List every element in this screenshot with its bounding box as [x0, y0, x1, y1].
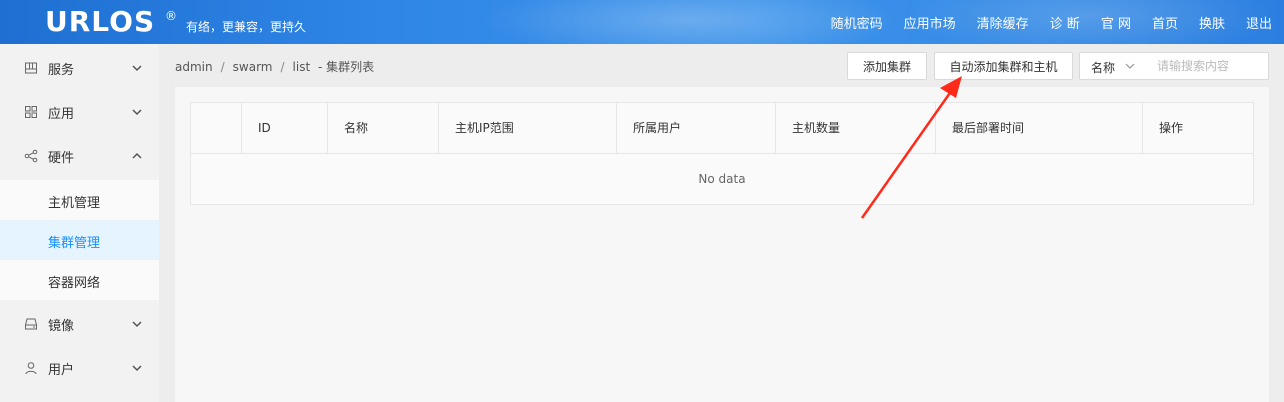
sidebar-subitem-container-network[interactable]: 容器网络	[0, 260, 159, 300]
sidebar-item-hardware[interactable]: 硬件	[0, 134, 159, 178]
sidebar-item-service[interactable]: 服务	[0, 46, 159, 90]
search-input[interactable]	[1146, 52, 1269, 80]
nav-official-site[interactable]: 官 网	[1101, 13, 1131, 32]
share-nodes-icon	[24, 149, 38, 163]
nav-diagnose[interactable]: 诊 断	[1050, 13, 1080, 32]
sidebar-subitem-clusters[interactable]: 集群管理	[0, 220, 159, 260]
chevron-down-icon	[132, 321, 142, 328]
column-header-ip-range: 主机IP范围	[438, 103, 616, 154]
breadcrumb-admin[interactable]: admin	[175, 60, 213, 74]
sidebar-subitem-label: 集群管理	[48, 236, 101, 251]
auto-add-cluster-host-button[interactable]: 自动添加集群和主机	[934, 52, 1073, 80]
slogan: 有络，更兼容，更持久	[186, 20, 307, 34]
breadcrumb-separator: /	[220, 60, 225, 74]
page-title: - 集群列表	[318, 60, 375, 74]
chevron-down-icon	[132, 365, 142, 372]
sidebar-item-label: 用户	[48, 362, 75, 378]
nav-random-password[interactable]: 随机密码	[831, 13, 883, 32]
chevron-down-icon	[132, 109, 142, 116]
sidebar-item-label: 镜像	[48, 318, 75, 334]
sidebar-item-apps[interactable]: 应用	[0, 90, 159, 134]
sidebar: 服务 应用 硬件 主机管理 集群管理 容器网络 镜像 用户	[0, 44, 159, 402]
user-icon	[25, 362, 37, 375]
nav-skin[interactable]: 换肤	[1199, 13, 1225, 32]
chevron-up-icon	[132, 152, 142, 159]
sidebar-item-label: 应用	[48, 106, 75, 122]
sidebar-item-images[interactable]: 镜像	[0, 302, 159, 346]
table-body: No data	[191, 154, 1253, 204]
top-header: URLOS ® 有络，更兼容，更持久 随机密码 应用市场 清除缓存 诊 断 官 …	[0, 0, 1284, 44]
drive-icon	[24, 318, 38, 330]
cluster-table: ID 名称 主机IP范围 所属用户 主机数量 最后部署时间 操作 No data	[190, 102, 1254, 205]
search-field-select[interactable]: 名称	[1079, 52, 1147, 80]
chevron-down-icon	[132, 65, 142, 72]
breadcrumb-list: list	[292, 60, 311, 74]
nav-app-market[interactable]: 应用市场	[904, 13, 956, 32]
column-header-select	[191, 103, 241, 154]
breadcrumb-separator: /	[280, 60, 285, 74]
apps-grid-icon	[25, 106, 37, 118]
sidebar-subitem-hosts[interactable]: 主机管理	[0, 180, 159, 220]
column-header-name: 名称	[327, 103, 438, 154]
sidebar-subitem-label: 容器网络	[48, 276, 101, 291]
registered-mark: ®	[165, 9, 177, 23]
nav-clear-cache[interactable]: 清除缓存	[977, 13, 1029, 32]
search-field-value: 名称	[1091, 61, 1116, 75]
logo[interactable]: URLOS	[45, 5, 155, 38]
breadcrumb-swarm[interactable]: swarm	[233, 60, 273, 74]
breadcrumb: admin / swarm / list - 集群列表	[175, 58, 374, 75]
service-icon	[25, 62, 37, 74]
column-header-id: ID	[241, 103, 327, 154]
top-nav: 随机密码 应用市场 清除缓存 诊 断 官 网 首页 换肤 退出	[810, 0, 1272, 44]
nav-home[interactable]: 首页	[1152, 13, 1178, 32]
add-cluster-button[interactable]: 添加集群	[847, 52, 927, 80]
column-header-actions: 操作	[1142, 103, 1253, 154]
chevron-down-icon	[1125, 63, 1135, 69]
sidebar-item-label: 服务	[48, 62, 75, 78]
sidebar-item-label: 硬件	[48, 150, 75, 166]
table-header: ID 名称 主机IP范围 所属用户 主机数量 最后部署时间 操作	[191, 103, 1253, 154]
empty-state-text: No data	[698, 172, 746, 186]
column-header-last-deploy: 最后部署时间	[935, 103, 1142, 154]
sidebar-subitem-label: 主机管理	[48, 196, 101, 211]
sidebar-item-users[interactable]: 用户	[0, 346, 159, 390]
column-header-owner: 所属用户	[616, 103, 775, 154]
nav-logout[interactable]: 退出	[1246, 13, 1272, 32]
column-header-host-count: 主机数量	[775, 103, 935, 154]
